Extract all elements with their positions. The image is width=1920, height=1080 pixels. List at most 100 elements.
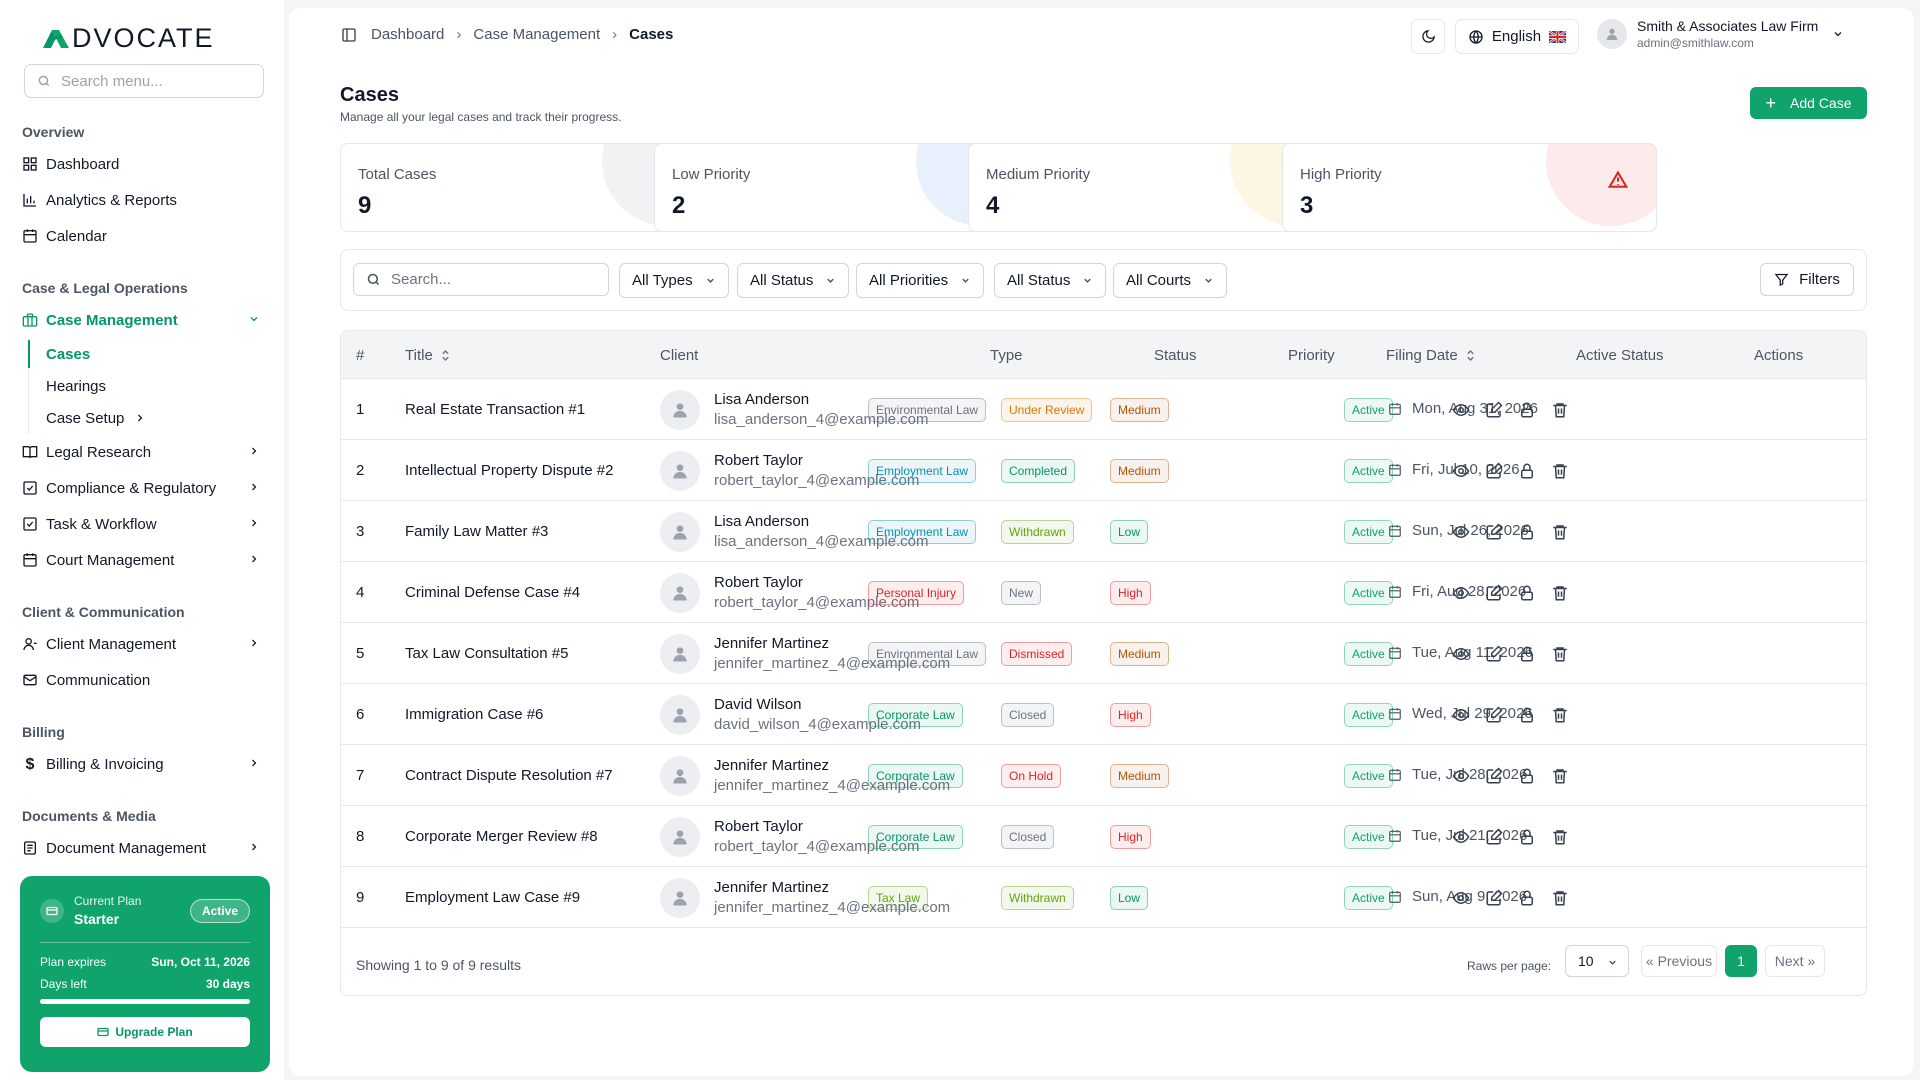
case-title[interactable]: Family Law Matter #3 (405, 523, 548, 540)
breadcrumb-case-management[interactable]: Case Management (473, 26, 600, 43)
row-number: 7 (356, 767, 365, 784)
search-input[interactable]: Search... (353, 263, 609, 296)
case-title[interactable]: Corporate Merger Review #8 (405, 828, 598, 845)
filters-button[interactable]: Filters (1760, 263, 1854, 296)
rows-per-page-value: 10 (1578, 953, 1594, 969)
case-title[interactable]: Tax Law Consultation #5 (405, 645, 568, 662)
sidebar-item-legal-research[interactable]: Legal Research (20, 434, 264, 470)
types-select[interactable]: All Types (619, 263, 729, 298)
trash-icon[interactable] (1551, 828, 1569, 846)
sidebar-item-case-management[interactable]: Case Management (20, 302, 264, 338)
case-title[interactable]: Contract Dispute Resolution #7 (405, 767, 613, 784)
theme-toggle-button[interactable] (1411, 19, 1445, 54)
view-icon[interactable] (1452, 523, 1470, 541)
view-icon[interactable] (1452, 706, 1470, 724)
table-row[interactable]: 1 Real Estate Transaction #1 Lisa Anderson… (341, 379, 1866, 440)
table-row[interactable]: 9 Employment Law Case #9 Jennifer Martinez… (341, 867, 1866, 928)
table-row[interactable]: 2 Intellectual Property Dispute #2 Robert … (341, 440, 1866, 501)
bar-chart-icon (22, 192, 38, 208)
lock-icon[interactable] (1518, 584, 1536, 602)
view-icon[interactable] (1452, 828, 1470, 846)
case-title[interactable]: Criminal Defense Case #4 (405, 584, 580, 601)
sidebar-item-task-workflow[interactable]: Task & Workflow (20, 506, 264, 542)
edit-icon[interactable] (1485, 523, 1503, 541)
table-row[interactable]: 4 Criminal Defense Case #4 Robert Taylor ro… (341, 562, 1866, 623)
add-case-button[interactable]: + Add Case (1750, 87, 1867, 119)
lock-icon[interactable] (1518, 706, 1536, 724)
view-icon[interactable] (1452, 401, 1470, 419)
view-icon[interactable] (1452, 462, 1470, 480)
trash-icon[interactable] (1551, 706, 1569, 724)
lock-icon[interactable] (1518, 645, 1536, 663)
case-title[interactable]: Intellectual Property Dispute #2 (405, 462, 613, 479)
column-filing-date[interactable]: Filing Date (1386, 347, 1475, 364)
case-title[interactable]: Employment Law Case #9 (405, 889, 580, 906)
trash-icon[interactable] (1551, 462, 1569, 480)
sidebar-item-cases[interactable]: Cases (46, 338, 264, 370)
rows-per-page-select[interactable]: 10 (1565, 945, 1629, 977)
edit-icon[interactable] (1485, 645, 1503, 663)
next-page-button[interactable]: Next » (1765, 945, 1825, 977)
stat-decoration (1546, 144, 1656, 226)
table-row[interactable]: 7 Contract Dispute Resolution #7 Jennifer … (341, 745, 1866, 806)
edit-icon[interactable] (1485, 462, 1503, 480)
sidebar-item-billing[interactable]: $ Billing & Invoicing (20, 746, 264, 782)
page-1-button[interactable]: 1 (1725, 945, 1757, 977)
user-menu[interactable]: Smith & Associates Law Firm admin@smithl… (1597, 18, 1844, 50)
sidebar-item-calendar[interactable]: Calendar (20, 218, 264, 254)
courts-select[interactable]: All Courts (1113, 263, 1228, 298)
lock-icon[interactable] (1518, 767, 1536, 785)
trash-icon[interactable] (1551, 523, 1569, 541)
sidebar-item-communication[interactable]: Communication (20, 662, 264, 698)
case-title[interactable]: Immigration Case #6 (405, 706, 543, 723)
edit-icon[interactable] (1485, 767, 1503, 785)
sidebar-item-case-setup[interactable]: Case Setup (46, 402, 264, 434)
filing-date-value: Wed, Jul 29, 2026 (1412, 705, 1533, 722)
edit-icon[interactable] (1485, 889, 1503, 907)
table-row[interactable]: 6 Immigration Case #6 David Wilson david_wi… (341, 684, 1866, 745)
table-row[interactable]: 8 Corporate Merger Review #8 Robert Taylor… (341, 806, 1866, 867)
table-row[interactable]: 5 Tax Law Consultation #5 Jennifer Martine… (341, 623, 1866, 684)
chevron-down-icon (1609, 960, 1616, 965)
trash-icon[interactable] (1551, 645, 1569, 663)
upgrade-plan-button[interactable]: Upgrade Plan (40, 1017, 250, 1047)
trash-icon[interactable] (1551, 889, 1569, 907)
lock-icon[interactable] (1518, 462, 1536, 480)
lock-icon[interactable] (1518, 828, 1536, 846)
trash-icon[interactable] (1551, 401, 1569, 419)
lock-icon[interactable] (1518, 889, 1536, 907)
edit-icon[interactable] (1485, 584, 1503, 602)
sidebar-toggle-icon[interactable] (341, 27, 357, 43)
trash-icon[interactable] (1551, 767, 1569, 785)
sidebar-item-analytics[interactable]: Analytics & Reports (20, 182, 264, 218)
case-title[interactable]: Real Estate Transaction #1 (405, 401, 585, 418)
edit-icon[interactable] (1485, 828, 1503, 846)
view-icon[interactable] (1452, 889, 1470, 907)
breadcrumb-dashboard[interactable]: Dashboard (371, 26, 444, 43)
sidebar-item-document-management[interactable]: Document Management (20, 830, 264, 866)
status-select[interactable]: All Status (737, 263, 850, 298)
active-status-select[interactable]: All Status (994, 263, 1107, 298)
sidebar-item-label: Task & Workflow (46, 515, 157, 533)
view-icon[interactable] (1452, 645, 1470, 663)
previous-page-button[interactable]: « Previous (1641, 945, 1717, 977)
sidebar-item-hearings[interactable]: Hearings (46, 370, 264, 402)
sidebar-search-input[interactable]: Search menu... (24, 64, 264, 98)
sidebar-item-compliance[interactable]: Compliance & Regulatory (20, 470, 264, 506)
lock-icon[interactable] (1518, 523, 1536, 541)
lock-icon[interactable] (1518, 401, 1536, 419)
view-icon[interactable] (1452, 584, 1470, 602)
priorities-select[interactable]: All Priorities (856, 263, 985, 298)
section-title-case-legal: Case & Legal Operations (22, 280, 188, 296)
sidebar-item-client-management[interactable]: Client Management (20, 626, 264, 662)
sidebar-search-placeholder: Search menu... (61, 72, 163, 90)
column-title[interactable]: Title (405, 347, 450, 364)
edit-icon[interactable] (1485, 706, 1503, 724)
sidebar-item-court-management[interactable]: Court Management (20, 542, 264, 578)
trash-icon[interactable] (1551, 584, 1569, 602)
edit-icon[interactable] (1485, 401, 1503, 419)
sidebar-item-dashboard[interactable]: Dashboard (20, 146, 264, 182)
view-icon[interactable] (1452, 767, 1470, 785)
table-row[interactable]: 3 Family Law Matter #3 Lisa Anderson lisa_a… (341, 501, 1866, 562)
language-select[interactable]: English (1455, 19, 1579, 54)
